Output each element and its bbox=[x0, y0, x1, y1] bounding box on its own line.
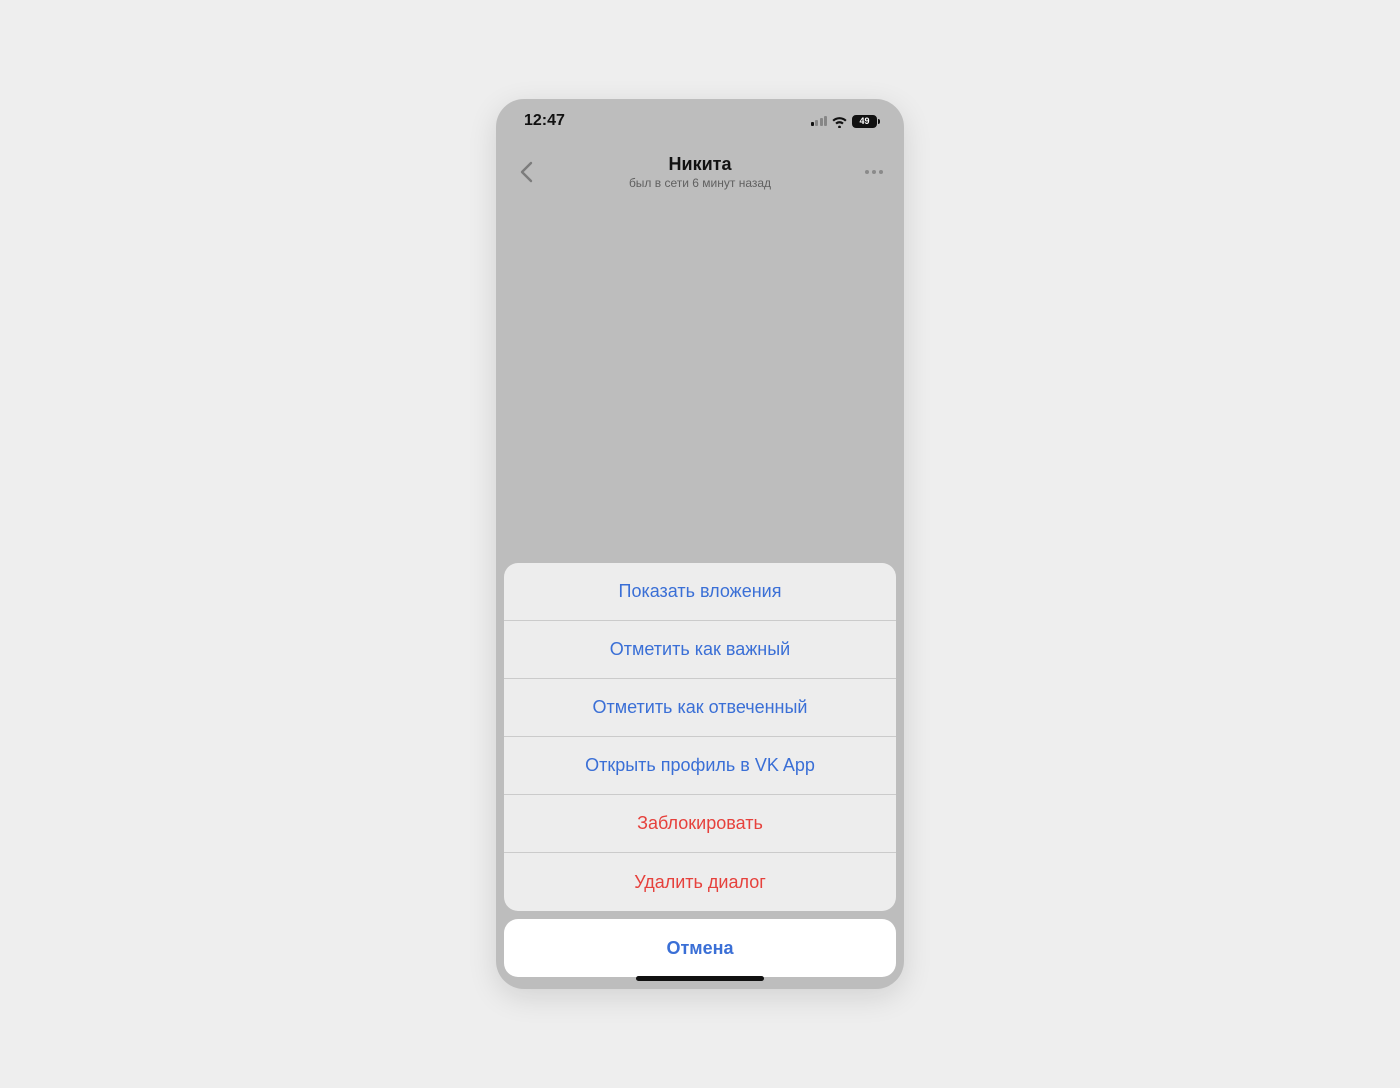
phone-frame: 12:47 49 Никита bbox=[496, 99, 904, 989]
sheet-open-vk-app[interactable]: Открыть профиль в VK App bbox=[504, 737, 896, 795]
sheet-item-label: Отметить как отвеченный bbox=[592, 697, 807, 718]
cancel-button[interactable]: Отмена bbox=[504, 919, 896, 977]
chevron-left-icon bbox=[519, 161, 533, 183]
status-bar: 12:47 49 bbox=[496, 99, 904, 143]
cellular-icon bbox=[811, 116, 828, 126]
back-button[interactable] bbox=[510, 156, 542, 188]
more-button[interactable] bbox=[858, 156, 890, 188]
action-sheet: Показать вложения Отметить как важный От… bbox=[504, 563, 896, 911]
sheet-item-label: Удалить диалог bbox=[634, 872, 766, 893]
sheet-block[interactable]: Заблокировать bbox=[504, 795, 896, 853]
home-indicator[interactable] bbox=[636, 976, 764, 981]
sheet-mark-important[interactable]: Отметить как важный bbox=[504, 621, 896, 679]
sheet-item-label: Отметить как важный bbox=[610, 639, 790, 660]
sheet-mark-answered[interactable]: Отметить как отвеченный bbox=[504, 679, 896, 737]
action-sheet-container: Показать вложения Отметить как важный От… bbox=[496, 563, 904, 989]
more-dots-icon bbox=[865, 170, 869, 174]
wifi-icon bbox=[831, 115, 848, 128]
sheet-item-label: Показать вложения bbox=[619, 581, 782, 602]
nav-bar: Никита был в сети 6 минут назад bbox=[496, 143, 904, 201]
status-time: 12:47 bbox=[524, 112, 565, 130]
chat-subtitle: был в сети 6 минут назад bbox=[629, 176, 771, 190]
battery-icon: 49 bbox=[852, 115, 880, 128]
sheet-item-label: Заблокировать bbox=[637, 813, 763, 834]
sheet-delete-dialog[interactable]: Удалить диалог bbox=[504, 853, 896, 911]
sheet-item-label: Открыть профиль в VK App bbox=[585, 755, 815, 776]
status-indicators: 49 bbox=[811, 115, 881, 128]
cancel-label: Отмена bbox=[666, 938, 733, 959]
battery-level: 49 bbox=[859, 117, 869, 126]
sheet-show-attachments[interactable]: Показать вложения bbox=[504, 563, 896, 621]
chat-header[interactable]: Никита был в сети 6 минут назад bbox=[629, 154, 771, 190]
chat-title: Никита bbox=[629, 154, 771, 175]
